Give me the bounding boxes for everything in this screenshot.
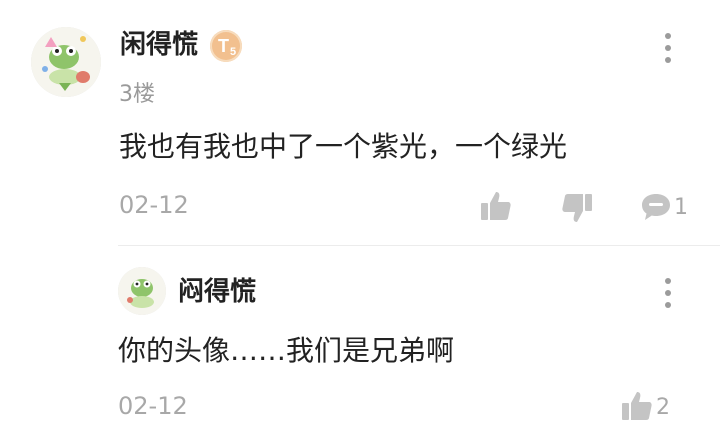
reply-more-button[interactable]	[665, 278, 675, 314]
reply-author-name[interactable]: 闷得慌	[178, 279, 256, 305]
like-button[interactable]	[479, 189, 513, 223]
reply-count: 1	[674, 195, 688, 220]
thumbs-down-icon	[562, 194, 592, 222]
reply-date: 02-12	[118, 392, 188, 420]
dislike-button[interactable]	[560, 191, 594, 225]
avatar[interactable]	[31, 27, 101, 97]
post-date: 02-12	[119, 191, 189, 219]
reply-like-button[interactable]: 2	[620, 389, 676, 423]
thumbs-up-icon	[481, 192, 511, 220]
avatar-frog-image	[118, 267, 166, 315]
avatar-frog-image	[31, 27, 101, 97]
like-count: 2	[656, 395, 670, 420]
reply-content[interactable]: 你的头像……我们是兄弟啊	[118, 337, 454, 365]
reply-button[interactable]: 1	[640, 190, 694, 224]
post-author-name[interactable]: 闲得慌	[120, 32, 198, 58]
user-level-badge: T 5	[210, 30, 242, 62]
post-content[interactable]: 我也有我也中了一个紫光，一个绿光	[119, 133, 567, 161]
post-more-button[interactable]	[665, 33, 675, 69]
post-floor-label: 3楼	[119, 82, 155, 107]
more-vertical-icon	[665, 33, 671, 39]
badge-level: 5	[230, 46, 237, 58]
more-vertical-icon	[665, 278, 671, 284]
badge-letter: T	[218, 36, 229, 56]
comment-bubble-icon	[642, 194, 670, 220]
thumbs-up-icon	[622, 392, 652, 420]
divider	[118, 245, 720, 246]
reply-avatar[interactable]	[118, 267, 166, 315]
